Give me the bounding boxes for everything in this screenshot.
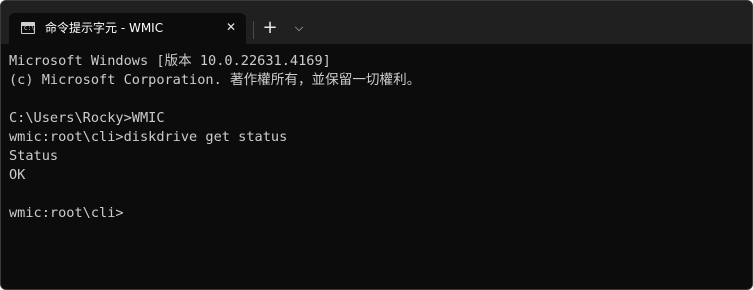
terminal-window: C:\ 命令提示字元 - WMIC ✕ + ⌵ Microsoft Window…: [0, 0, 753, 290]
terminal-line: Microsoft Windows [版本 10.0.22631.4169]: [9, 53, 331, 69]
tab-title: 命令提示字元 - WMIC: [45, 21, 164, 35]
terminal-line: Status: [9, 148, 59, 164]
terminal-output[interactable]: Microsoft Windows [版本 10.0.22631.4169] (…: [1, 44, 752, 289]
vertical-scrollbar[interactable]: [744, 51, 750, 271]
command-prompt-icon: C:\: [21, 22, 35, 34]
terminal-line: C:\Users\Rocky>WMIC: [9, 110, 165, 126]
terminal-line: OK: [9, 167, 26, 183]
tab-command-prompt[interactable]: C:\ 命令提示字元 - WMIC ✕: [9, 13, 246, 44]
terminal-line: (c) Microsoft Corporation. 著作權所有，並保留一切權利…: [9, 72, 421, 88]
command-prompt-line[interactable]: wmic:root\cli>: [9, 204, 752, 223]
tab-separator: [253, 21, 254, 39]
terminal-line: wmic:root\cli>diskdrive get status: [9, 129, 288, 145]
close-icon[interactable]: ✕: [223, 19, 239, 35]
title-bar: C:\ 命令提示字元 - WMIC ✕ + ⌵: [1, 1, 752, 44]
new-tab-button[interactable]: +: [259, 17, 281, 39]
chevron-down-icon[interactable]: ⌵: [288, 17, 310, 39]
